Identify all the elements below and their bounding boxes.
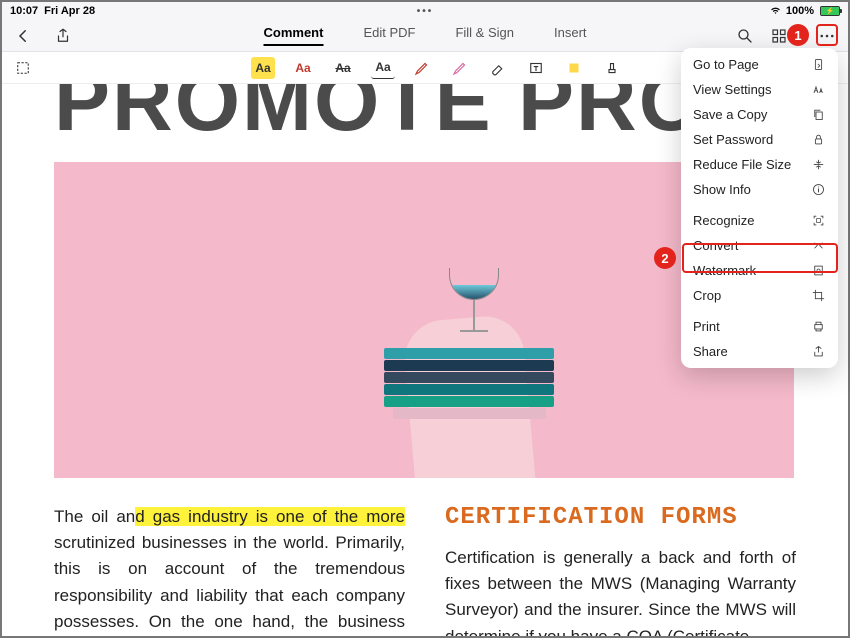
callout-1: 1 <box>787 24 809 46</box>
info-icon <box>811 182 826 197</box>
menu-reduce-file-size[interactable]: Reduce File Size <box>681 152 838 177</box>
text-size-icon <box>811 82 826 97</box>
search-icon[interactable] <box>734 25 756 47</box>
crop-icon <box>811 288 826 303</box>
highlighted-text-2: one of the more <box>276 507 405 526</box>
menu-print[interactable]: Print <box>681 314 838 339</box>
highlighter-pink-icon[interactable] <box>449 57 471 79</box>
menu-share[interactable]: Share <box>681 339 838 364</box>
lock-icon <box>811 132 826 147</box>
wifi-icon <box>769 3 782 19</box>
eraser-icon[interactable] <box>487 57 509 79</box>
menu-view-settings[interactable]: View Settings <box>681 77 838 102</box>
print-icon <box>811 319 826 334</box>
red-text-tool[interactable]: Aa <box>291 57 315 79</box>
callout-1-ring <box>816 24 838 46</box>
compress-icon <box>811 157 826 172</box>
callout-2: 2 <box>654 247 676 269</box>
left-column: The oil and gas industry is one of the m… <box>54 504 405 636</box>
sticky-note-icon[interactable] <box>563 57 585 79</box>
body-paragraph-left: The oil and gas industry is one of the m… <box>54 504 405 636</box>
menu-go-to-page[interactable]: Go to Page <box>681 52 838 77</box>
tab-comment[interactable]: Comment <box>263 25 323 46</box>
share-icon[interactable] <box>52 25 74 47</box>
status-time: 10:07 <box>10 5 38 17</box>
tab-insert[interactable]: Insert <box>554 25 587 46</box>
body-paragraph-right: Certification is generally a back and fo… <box>445 545 796 636</box>
menu-recognize[interactable]: Recognize <box>681 208 838 233</box>
underline-tool[interactable]: Aa <box>371 57 395 79</box>
back-button[interactable] <box>12 25 34 47</box>
copy-icon <box>811 107 826 122</box>
menu-show-info[interactable]: Show Info <box>681 177 838 202</box>
multitask-dots[interactable]: ••• <box>417 6 434 17</box>
menu-crop[interactable]: Crop <box>681 283 838 308</box>
status-bar: 10:07 Fri Apr 28 ••• 100% ⚡ <box>2 2 848 20</box>
highlight-text-tool[interactable]: Aa <box>251 57 275 79</box>
certification-heading: CERTIFICATION FORMS <box>445 504 796 531</box>
highlighted-text: d gas industry is <box>135 507 276 526</box>
page-icon <box>811 57 826 72</box>
selection-tool-icon[interactable] <box>12 57 34 79</box>
highlighter-red-icon[interactable] <box>411 57 433 79</box>
textbox-icon[interactable] <box>525 57 547 79</box>
share-out-icon <box>811 344 826 359</box>
more-menu: Go to Page View Settings Save a Copy Set… <box>681 48 838 368</box>
callout-2-ring <box>682 243 838 273</box>
tab-fill-sign[interactable]: Fill & Sign <box>455 25 514 46</box>
tab-edit-pdf[interactable]: Edit PDF <box>363 25 415 46</box>
stamp-icon[interactable] <box>601 57 623 79</box>
battery-percent: 100% <box>786 5 814 17</box>
strikethrough-tool[interactable]: Aa <box>331 57 355 79</box>
menu-save-copy[interactable]: Save a Copy <box>681 102 838 127</box>
menu-set-password[interactable]: Set Password <box>681 127 838 152</box>
battery-icon: ⚡ <box>818 6 840 16</box>
right-column: CERTIFICATION FORMS Certification is gen… <box>445 504 796 636</box>
ocr-icon <box>811 213 826 228</box>
status-date: Fri Apr 28 <box>44 5 95 17</box>
